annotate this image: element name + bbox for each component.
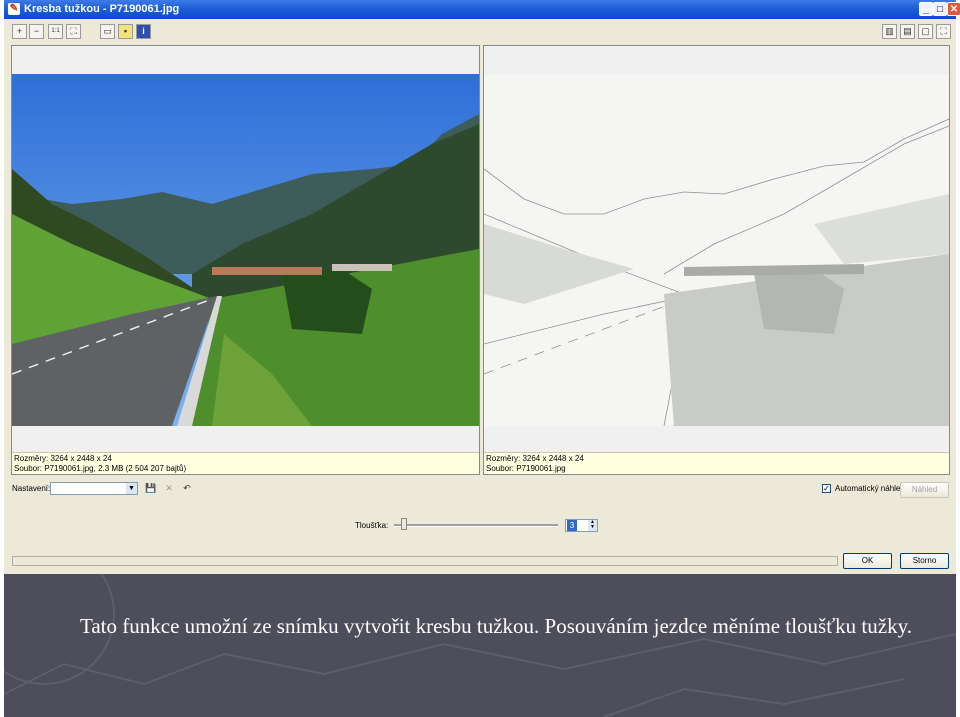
slide-caption-panel: Tato funkce umožní ze snímku vytvořit kr…: [4, 574, 956, 717]
undo-icon[interactable]: ↶: [180, 482, 194, 495]
cancel-button[interactable]: Storno: [900, 553, 949, 569]
thickness-slider-track[interactable]: [394, 524, 558, 527]
info-icon[interactable]: i: [136, 24, 151, 39]
auto-preview-label: Automatický náhled: [835, 484, 905, 493]
preview-button[interactable]: Náhled: [900, 482, 949, 498]
single-view-icon[interactable]: ▢: [918, 24, 933, 39]
caption-text: Tato funkce umožní ze snímku vytvořit kr…: [80, 614, 912, 638]
color-icon[interactable]: ▪: [118, 24, 133, 39]
thickness-label: Tloušťka:: [355, 521, 389, 530]
preview-info: Rozměry: 3264 x 2448 x 24 Soubor: P71900…: [484, 452, 949, 474]
minimize-button[interactable]: _: [919, 2, 933, 16]
thickness-spinner[interactable]: 3 ▲ ▼: [565, 519, 598, 532]
thickness-slider-thumb[interactable]: [400, 518, 407, 530]
split-horizontal-icon[interactable]: ▤: [900, 24, 915, 39]
title-bar: ✎ Kresba tužkou - P7190061.jpg _ □ ✕: [4, 0, 960, 19]
image-icon[interactable]: ▭: [100, 24, 115, 39]
file-text: Soubor: P7190061.jpg, 2.3 MB (2 504 207 …: [14, 464, 187, 473]
dimensions-text: Rozměry: 3264 x 2448 x 24: [14, 454, 112, 463]
close-button[interactable]: ✕: [947, 2, 960, 16]
preview-image-pane[interactable]: Rozměry: 3264 x 2448 x 24 Soubor: P71900…: [483, 45, 950, 475]
fit-icon[interactable]: ⛶: [66, 24, 81, 39]
settings-label: Nastavení:: [12, 484, 51, 493]
settings-combo[interactable]: ▼: [50, 482, 138, 495]
save-icon[interactable]: 💾: [144, 482, 158, 495]
original-photo: [12, 74, 479, 426]
original-image-pane[interactable]: Rozměry: 3264 x 2448 x 24 Soubor: P71900…: [11, 45, 480, 475]
delete-icon[interactable]: ✕: [162, 482, 176, 495]
chevron-down-icon[interactable]: ▼: [126, 483, 137, 494]
zoom-in-icon[interactable]: +: [12, 24, 27, 39]
maximize-button[interactable]: □: [933, 2, 947, 16]
pencil-drawing-preview: [484, 74, 949, 426]
window-title: Kresba tužkou - P7190061.jpg: [24, 3, 180, 15]
actual-size-icon[interactable]: 1:1: [48, 24, 63, 39]
compass-watermark: [4, 574, 956, 717]
fullscreen-icon[interactable]: ⛶: [936, 24, 951, 39]
app-window: ✎ Kresba tužkou - P7190061.jpg _ □ ✕ + −…: [4, 0, 960, 574]
app-icon: ✎: [8, 3, 20, 15]
toolbar: + − 1:1 ⛶ ▭ ▪ i ▥ ▤ ▢ ⛶: [4, 20, 956, 44]
image-info: Rozměry: 3264 x 2448 x 24 Soubor: P71900…: [12, 452, 479, 474]
file-text: Soubor: P7190061.jpg: [486, 464, 566, 473]
ok-button[interactable]: OK: [843, 553, 892, 569]
progress-bar: [12, 556, 838, 566]
auto-preview-checkbox[interactable]: ✓: [822, 484, 831, 493]
thickness-value[interactable]: 3: [567, 520, 577, 531]
dimensions-text: Rozměry: 3264 x 2448 x 24: [486, 454, 584, 463]
zoom-out-icon[interactable]: −: [29, 24, 44, 39]
split-vertical-icon[interactable]: ▥: [882, 24, 897, 39]
spinner-arrows-icon[interactable]: ▲ ▼: [588, 520, 597, 531]
